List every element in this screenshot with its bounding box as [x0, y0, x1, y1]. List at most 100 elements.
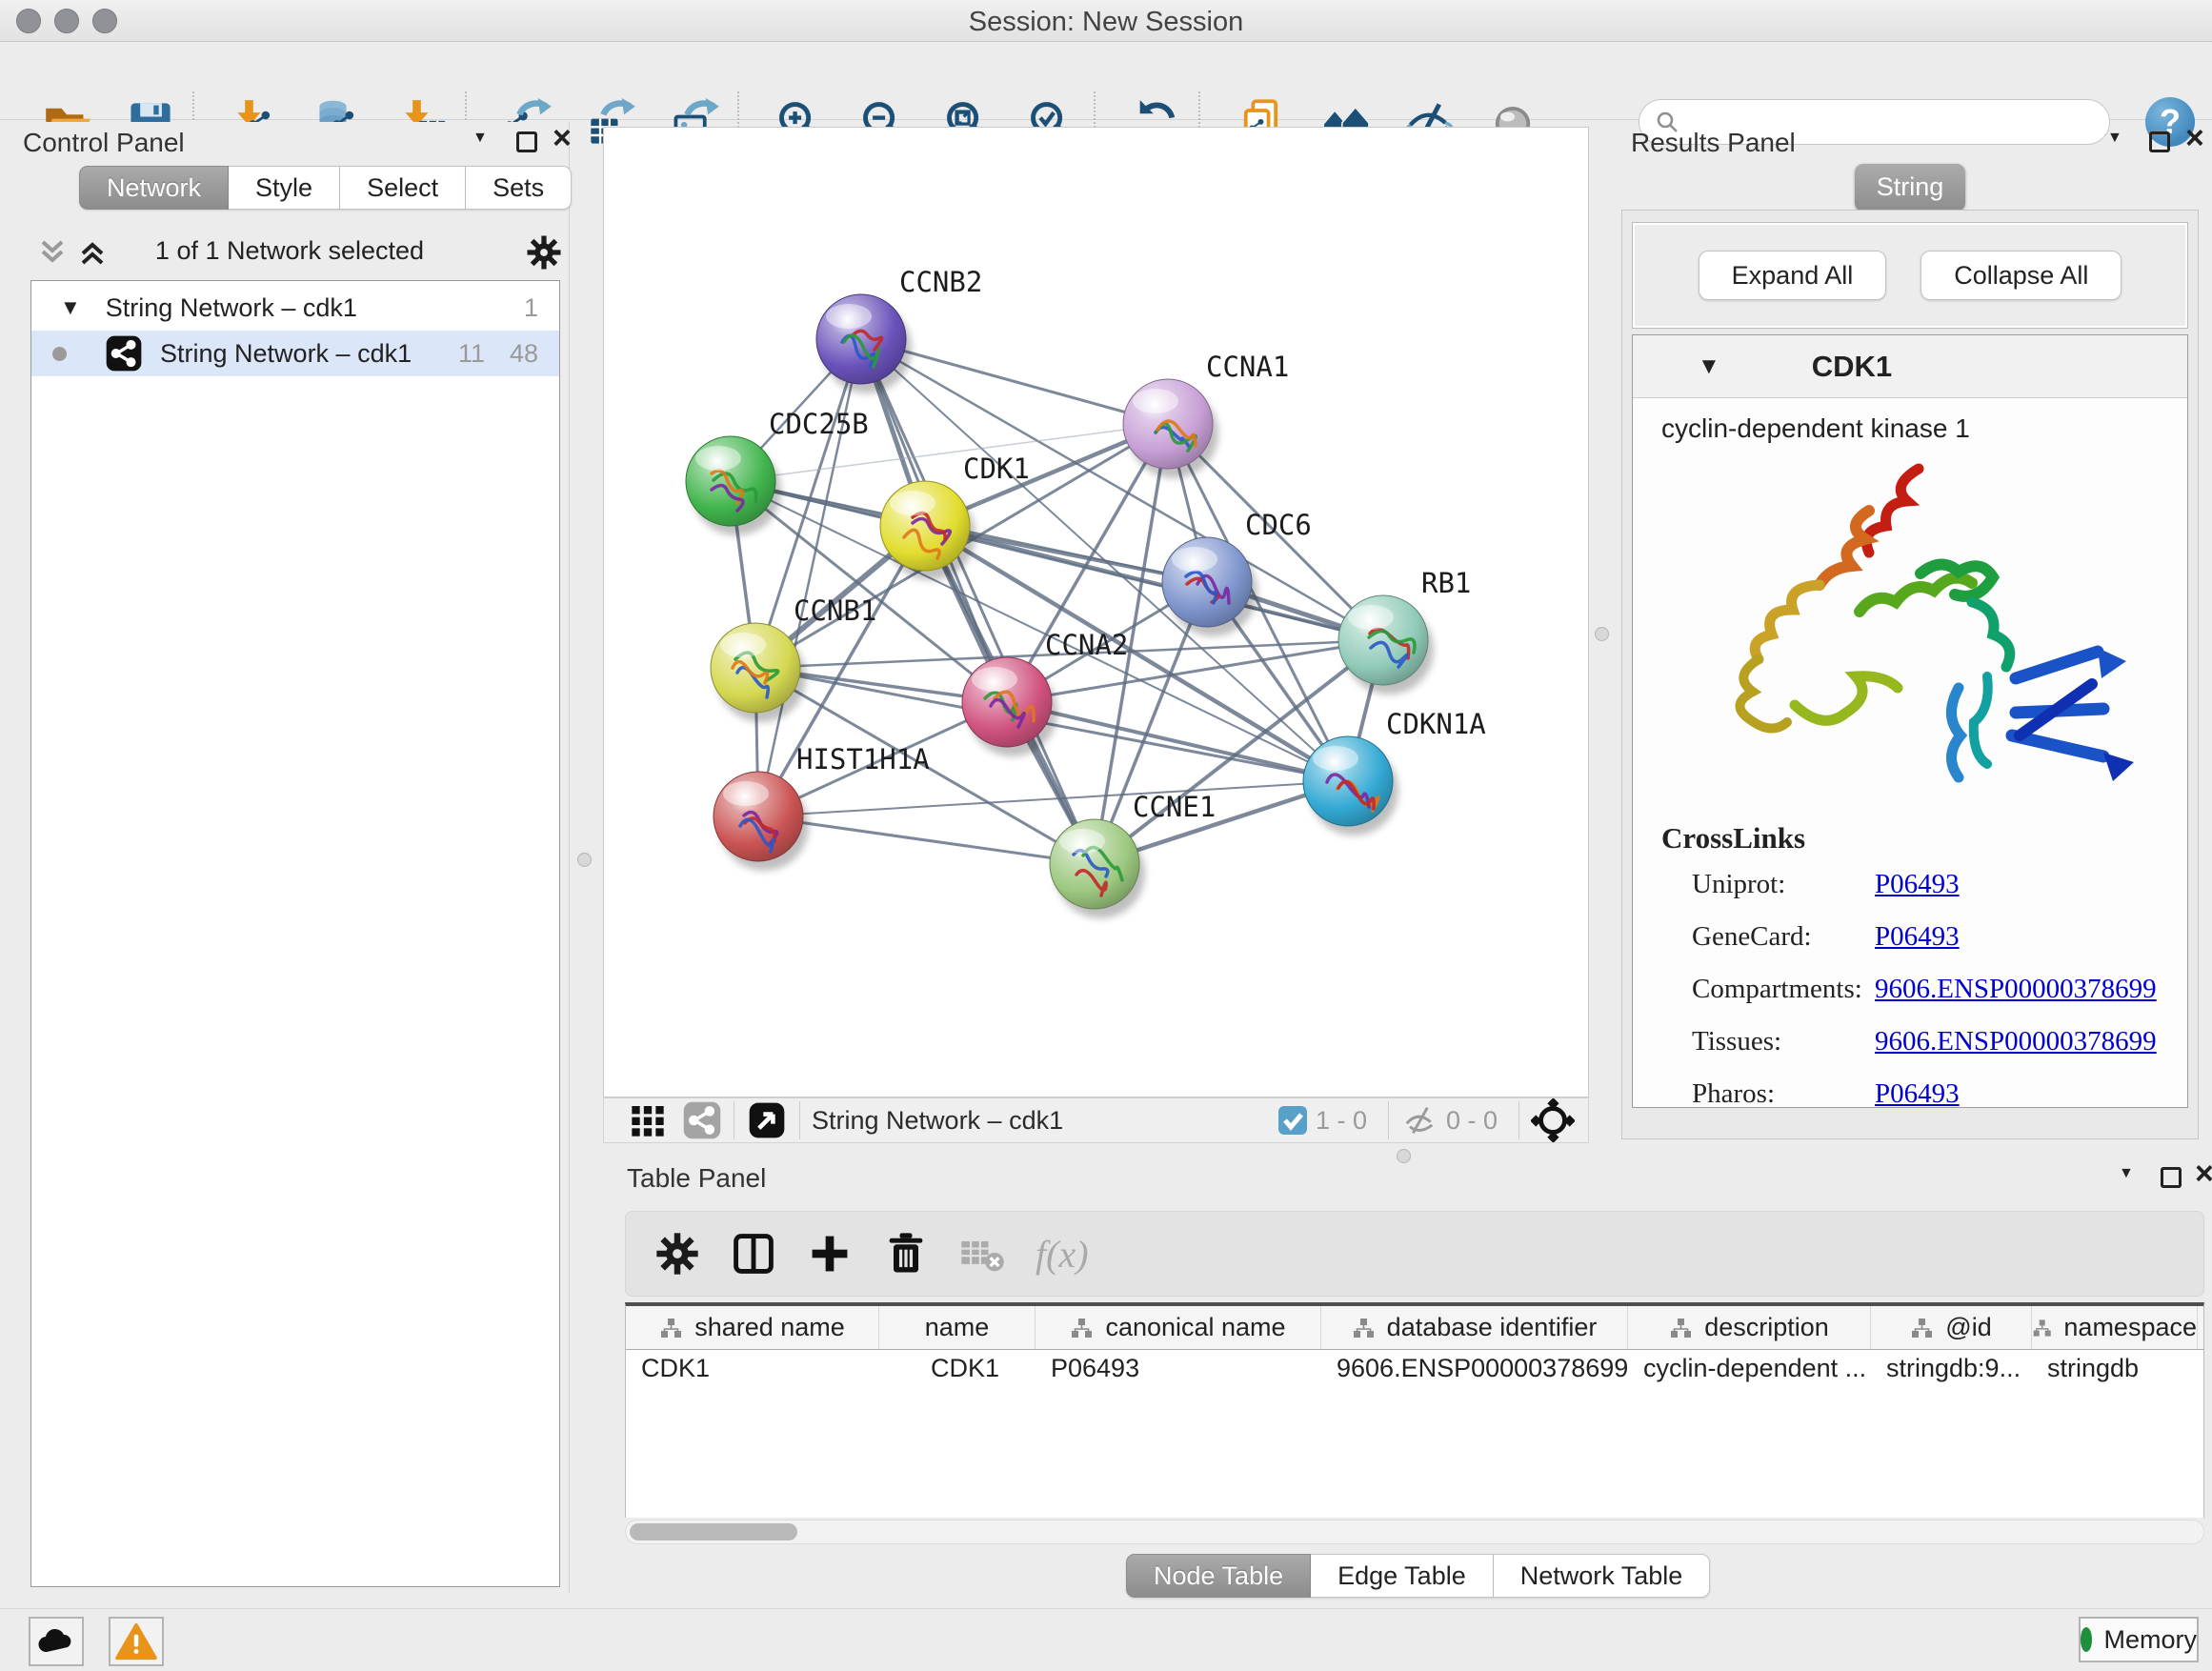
cell-canonical-name[interactable]: P06493: [1036, 1350, 1321, 1392]
collapse-all-button[interactable]: Collapse All: [1920, 251, 2122, 300]
warning-button[interactable]: [109, 1617, 164, 1666]
column-header-shared-name[interactable]: shared name: [626, 1306, 879, 1349]
tab-string[interactable]: String: [1855, 164, 1965, 211]
crosslink-link[interactable]: 9606.ENSP00000378699: [1875, 1026, 2157, 1057]
tab-node-table[interactable]: Node Table: [1126, 1554, 1311, 1598]
crosslink-row: Uniprot:P06493: [1661, 869, 2157, 900]
panel-menu-icon[interactable]: ▼: [2119, 1165, 2134, 1182]
edge-HIST1H1A-CCNE1[interactable]: [758, 816, 1095, 864]
trash-icon[interactable]: [881, 1229, 931, 1278]
column-header-database-identifier[interactable]: database identifier: [1321, 1306, 1628, 1349]
add-column-icon[interactable]: [805, 1229, 855, 1278]
node-label-RB1: RB1: [1421, 567, 1471, 599]
node-CDC25B[interactable]: [686, 436, 781, 535]
crosslink-row: Pharos:P06493: [1661, 1078, 2157, 1110]
network-selection-bar: 1 of 1 Network selected: [10, 225, 570, 278]
memory-button[interactable]: Memory: [2079, 1617, 2199, 1662]
tab-network[interactable]: Network: [79, 166, 229, 210]
string-network-graph[interactable]: CCNB2 CCNA1 CDC25B CDK1 CDC6: [604, 128, 1588, 1097]
crosslink-link[interactable]: P06493: [1875, 1078, 1960, 1110]
cell-shared-name[interactable]: CDK1: [626, 1350, 879, 1392]
triangle-collapse-icon[interactable]: ▼: [1698, 353, 1720, 380]
window-close-icon[interactable]: ×: [2195, 1163, 2212, 1184]
node-label-HIST1H1A: HIST1H1A: [796, 743, 930, 775]
panel-menu-icon[interactable]: ▼: [473, 130, 488, 147]
crosslink-label: Uniprot:: [1692, 869, 1875, 900]
network-view-toolbar: String Network – cdk1 1 - 0 0 - 0: [603, 1097, 1589, 1143]
tab-style[interactable]: Style: [229, 166, 340, 210]
results-panel-title: Results Panel: [1631, 128, 1796, 157]
scrollbar-thumb[interactable]: [630, 1523, 797, 1540]
crosslink-link[interactable]: P06493: [1875, 869, 1960, 900]
crosslink-link[interactable]: P06493: [1875, 921, 1960, 953]
tab-network-table[interactable]: Network Table: [1494, 1554, 1711, 1598]
edge-CCNA2-CDKN1A[interactable]: [1007, 702, 1348, 781]
node-table: shared namename canonical name database …: [625, 1302, 2204, 1518]
grid-view-icon[interactable]: [629, 1101, 667, 1139]
network-collection-row[interactable]: ▼ String Network – cdk1 1: [31, 285, 559, 331]
tab-edge-table[interactable]: Edge Table: [1311, 1554, 1494, 1598]
splitter-handle[interactable]: [577, 853, 592, 867]
table-row[interactable]: CDK1CDK1P064939606.ENSP00000378699cyclin…: [626, 1350, 2203, 1392]
column-header-name[interactable]: name: [879, 1306, 1036, 1349]
cell-namespace[interactable]: stringdb: [2032, 1350, 2198, 1392]
gene-card-header[interactable]: ▼ CDK1: [1633, 335, 2187, 398]
node-CDC6[interactable]: [1162, 537, 1257, 636]
network-canvas[interactable]: CCNB2 CCNA1 CDC25B CDK1 CDC6: [603, 127, 1589, 1097]
crosslink-label: Compartments:: [1692, 974, 1875, 1005]
node-CDKN1A[interactable]: [1303, 736, 1398, 836]
node-label-CCNA1: CCNA1: [1206, 351, 1289, 383]
window-float-icon[interactable]: [2149, 131, 2170, 152]
columns-icon[interactable]: [729, 1229, 778, 1278]
hidden-eye-icon: [1400, 1101, 1438, 1139]
selected-counter: 1 - 0: [1316, 1106, 1367, 1136]
gear-icon[interactable]: [653, 1229, 702, 1278]
splitter-handle[interactable]: [1595, 627, 1609, 641]
column-header-description[interactable]: description: [1628, 1306, 1871, 1349]
node-CCNB2[interactable]: [816, 294, 912, 393]
titlebar: Session: New Session: [0, 0, 2212, 42]
crosslink-row: Compartments:9606.ENSP00000378699: [1661, 974, 2157, 1005]
column-header-canonical-name[interactable]: canonical name: [1036, 1306, 1321, 1349]
network-collection-label: String Network – cdk1: [106, 293, 357, 323]
node-CDK1[interactable]: [880, 481, 975, 580]
cell-database-identifier[interactable]: 9606.ENSP00000378699: [1321, 1350, 1628, 1392]
tab-sets[interactable]: Sets: [466, 166, 572, 210]
window-float-icon[interactable]: [516, 131, 537, 152]
crosslinks-section: CrossLinks Uniprot:P06493GeneCard:P06493…: [1661, 821, 2157, 1131]
column-header-namespace[interactable]: namespace: [2032, 1306, 2198, 1349]
tab-select[interactable]: Select: [340, 166, 466, 210]
cell-name[interactable]: CDK1: [879, 1350, 1036, 1392]
crosslink-label: Tissues:: [1692, 1026, 1875, 1057]
cell-@id[interactable]: stringdb:9...: [1871, 1350, 2032, 1392]
window-close-icon[interactable]: ×: [553, 128, 572, 149]
table-panel-title: Table Panel: [627, 1163, 766, 1193]
collection-count: 1: [524, 293, 538, 323]
share-network-icon[interactable]: [682, 1100, 722, 1140]
node-CCNA2[interactable]: [962, 657, 1057, 756]
birdseye-icon[interactable]: [746, 1099, 788, 1141]
window-close-icon[interactable]: ×: [2185, 128, 2204, 149]
warning-icon: [115, 1622, 157, 1661]
expand-all-button[interactable]: Expand All: [1699, 251, 1887, 300]
crosshair-icon[interactable]: [1531, 1098, 1575, 1142]
crosslink-link[interactable]: 9606.ENSP00000378699: [1875, 974, 2157, 1005]
triangle-collapse-icon[interactable]: ▼: [60, 295, 81, 320]
node-RB1[interactable]: [1338, 595, 1434, 695]
main-toolbar: ?: [0, 42, 2212, 120]
column-label: description: [1704, 1313, 1829, 1342]
edge-CDK1-RB1[interactable]: [925, 526, 1383, 640]
checkbox-checked-icon[interactable]: [1277, 1105, 1308, 1136]
selection-status: 1 of 1 Network selected: [10, 236, 570, 266]
node-HIST1H1A[interactable]: [714, 772, 809, 871]
node-CCNA1[interactable]: [1123, 379, 1218, 478]
cloud-button[interactable]: [29, 1617, 84, 1666]
cell-description[interactable]: cyclin-dependent ...: [1628, 1350, 1871, 1392]
window-float-icon[interactable]: [2161, 1167, 2182, 1188]
network-row-selected[interactable]: String Network – cdk1 11 48: [31, 331, 559, 376]
column-header-@id[interactable]: @id: [1871, 1306, 2032, 1349]
gear-icon[interactable]: [524, 232, 564, 272]
horizontal-scrollbar[interactable]: [625, 1520, 2204, 1544]
tree-column-icon: [1352, 1317, 1376, 1339]
panel-menu-icon[interactable]: ▼: [2107, 130, 2122, 147]
